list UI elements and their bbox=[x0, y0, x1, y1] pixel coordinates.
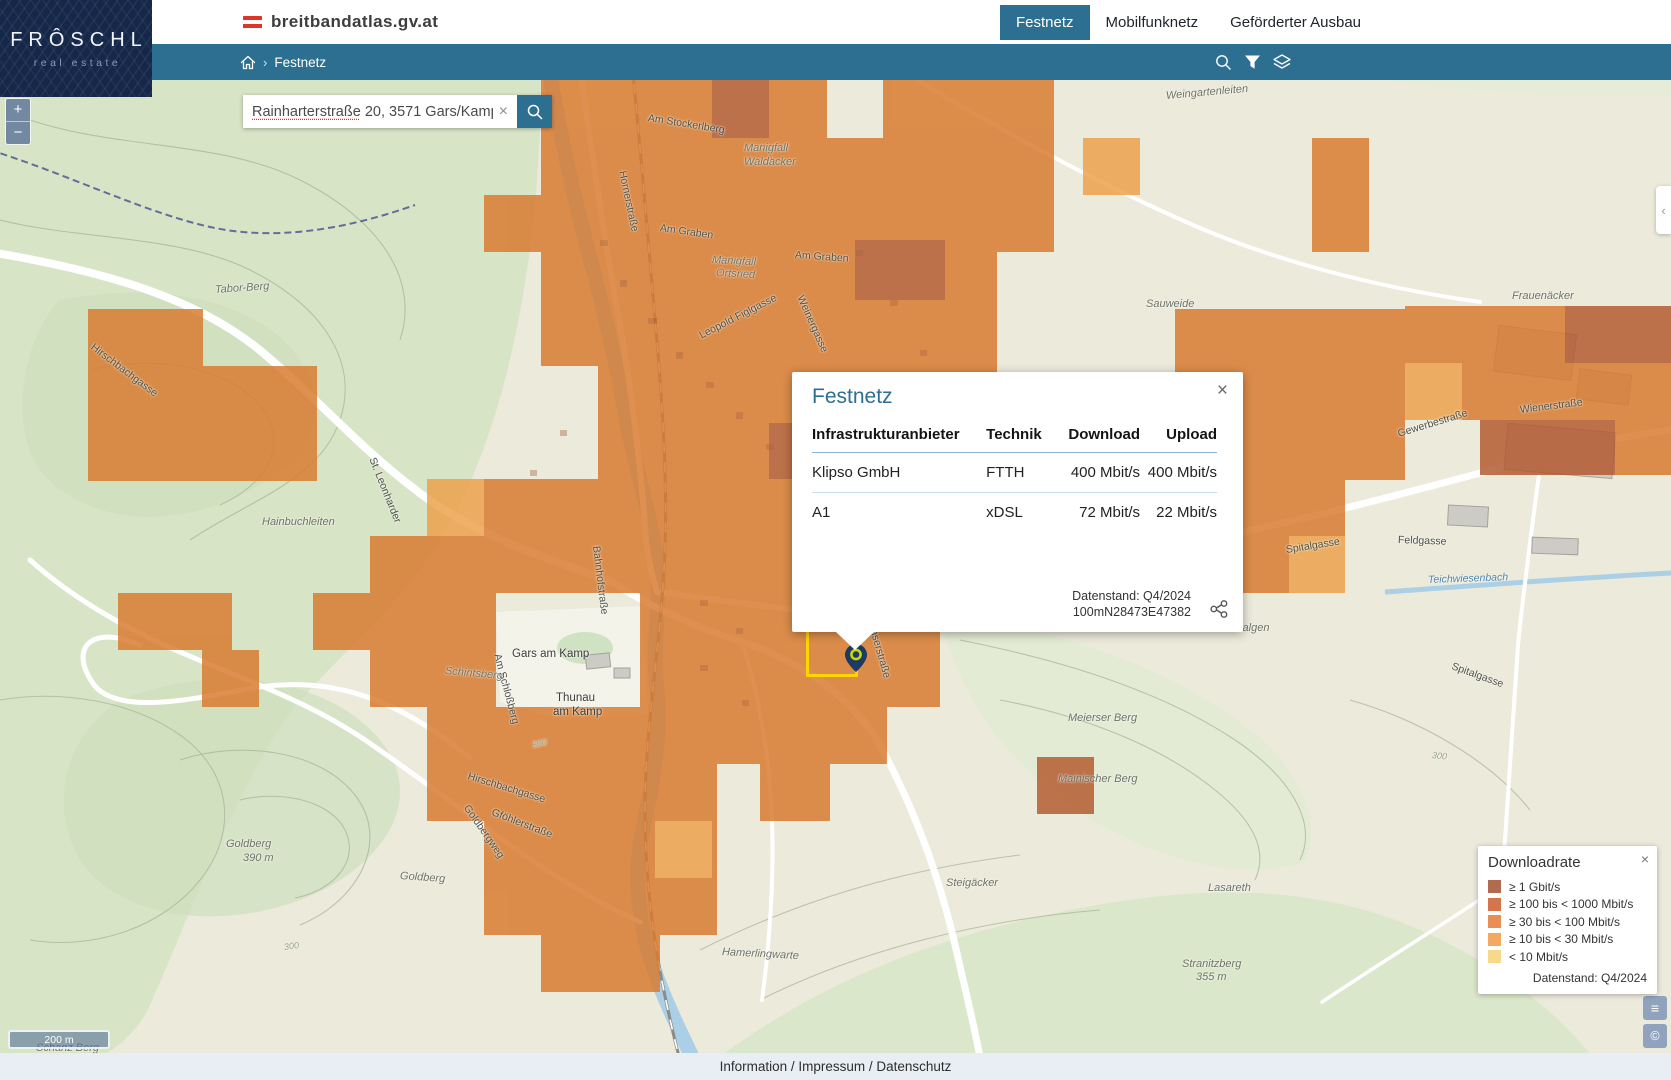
popup-cell-id: 100mN28473E47382 bbox=[1072, 604, 1191, 620]
popup-table-header: Infrastrukturanbieter bbox=[812, 422, 986, 453]
search-value: Rainharterstraße 20, 3571 Gars/Kamp bbox=[252, 104, 493, 120]
search-input[interactable]: Rainharterstraße 20, 3571 Gars/Kamp × bbox=[243, 95, 517, 128]
address-search: Rainharterstraße 20, 3571 Gars/Kamp × bbox=[243, 95, 552, 128]
legend-swatch bbox=[1488, 933, 1501, 946]
panel-toggle[interactable]: ‹ bbox=[1656, 186, 1671, 234]
brand[interactable]: breitbandatlas.gv.at bbox=[243, 0, 438, 44]
footer-links[interactable]: Information / Impressum / Datenschutz bbox=[720, 1059, 952, 1074]
legend-swatch bbox=[1488, 898, 1501, 911]
popup-table-header: Technik bbox=[986, 422, 1051, 453]
attribution-button[interactable]: © bbox=[1643, 1024, 1667, 1048]
copyright-icon: © bbox=[1650, 1029, 1659, 1043]
legend-label: ≥ 10 bis < 30 Mbit/s bbox=[1509, 932, 1613, 946]
legend-label: ≥ 30 bis < 100 Mbit/s bbox=[1509, 915, 1620, 929]
breadcrumb: › Festnetz bbox=[240, 44, 326, 80]
legend-swatch bbox=[1488, 880, 1501, 893]
table-row: Klipso GmbHFTTH400 Mbit/s400 Mbit/s bbox=[812, 453, 1217, 493]
tab-mobilfunknetz[interactable]: Mobilfunknetz bbox=[1090, 5, 1215, 40]
tab-gefoerderter-ausbau[interactable]: Geförderter Ausbau bbox=[1214, 5, 1377, 40]
close-icon[interactable]: × bbox=[1641, 851, 1649, 867]
clear-search-icon[interactable]: × bbox=[493, 104, 508, 120]
legend-item: < 10 Mbit/s bbox=[1488, 950, 1647, 963]
legend-item: ≥ 1 Gbit/s bbox=[1488, 880, 1647, 893]
main-nav: Festnetz Mobilfunknetz Geförderter Ausba… bbox=[1000, 0, 1377, 44]
app-window: Tabor-BergGoldberg390 mGoldbergHainbuchl… bbox=[0, 0, 1671, 1080]
legend-swatch bbox=[1488, 915, 1501, 928]
search-button[interactable] bbox=[517, 95, 552, 128]
tab-festnetz[interactable]: Festnetz bbox=[1000, 5, 1090, 40]
home-icon[interactable] bbox=[240, 55, 256, 70]
search-icon[interactable] bbox=[1214, 53, 1233, 72]
breadcrumb-bar: › Festnetz bbox=[0, 44, 1671, 80]
map-toolbar bbox=[1214, 44, 1292, 80]
legend-item: ≥ 10 bis < 30 Mbit/s bbox=[1488, 933, 1647, 946]
share-icon[interactable] bbox=[1209, 599, 1229, 619]
legend-swatch bbox=[1488, 950, 1501, 963]
legend-label: ≥ 1 Gbit/s bbox=[1509, 880, 1560, 894]
layers-icon[interactable] bbox=[1272, 53, 1292, 71]
legend-datenstand: Datenstand: Q4/2024 bbox=[1488, 971, 1647, 985]
chevron-left-icon: ‹ bbox=[1661, 203, 1665, 218]
breadcrumb-separator: › bbox=[263, 55, 267, 70]
legend-panel: Downloadrate × ≥ 1 Gbit/s ≥ 100 bis < 100… bbox=[1478, 846, 1657, 994]
austria-flag-icon bbox=[243, 16, 262, 29]
legend-label: < 10 Mbit/s bbox=[1509, 950, 1568, 964]
legend-item: ≥ 30 bis < 100 Mbit/s bbox=[1488, 915, 1647, 928]
logo-tagline: real estate bbox=[34, 57, 122, 69]
brand-title: breitbandatlas.gv.at bbox=[271, 12, 438, 32]
zoom-in-button[interactable]: + bbox=[6, 99, 30, 121]
popup-table-body: Klipso GmbHFTTH400 Mbit/s400 Mbit/sA1xDS… bbox=[812, 453, 1217, 533]
footer-bar: Information / Impressum / Datenschutz bbox=[0, 1053, 1671, 1080]
legend-title: Downloadrate bbox=[1488, 854, 1647, 871]
legend-label: ≥ 100 bis < 1000 Mbit/s bbox=[1509, 897, 1633, 911]
list-icon: ≡ bbox=[1651, 1000, 1659, 1016]
logo-title: FRÔSCHL bbox=[10, 29, 148, 52]
scale-bar: 200 m bbox=[8, 1030, 110, 1049]
popup-table-header: Upload bbox=[1140, 422, 1217, 453]
froeschl-logo: FRÔSCHL real estate bbox=[0, 0, 152, 97]
popup-table-header: Download bbox=[1051, 422, 1140, 453]
top-header: breitbandatlas.gv.at Festnetz Mobilfunkn… bbox=[0, 0, 1671, 44]
popup-title: Festnetz bbox=[812, 385, 1217, 409]
provider-table: InfrastrukturanbieterTechnikDownloadUplo… bbox=[812, 422, 1217, 532]
popup-datenstand: Datenstand: Q4/2024 bbox=[1072, 588, 1191, 604]
zoom-controls: + − bbox=[5, 98, 31, 145]
table-row: A1xDSL72 Mbit/s22 Mbit/s bbox=[812, 493, 1217, 533]
close-icon[interactable]: × bbox=[1217, 381, 1228, 400]
breadcrumb-current: Festnetz bbox=[274, 55, 326, 70]
scale-label: 200 m bbox=[44, 1034, 73, 1046]
legend-item: ≥ 100 bis < 1000 Mbit/s bbox=[1488, 898, 1647, 911]
legend-toggle-button[interactable]: ≡ bbox=[1643, 996, 1667, 1020]
legend-items: ≥ 1 Gbit/s ≥ 100 bis < 1000 Mbit/s ≥ 30 bi… bbox=[1488, 880, 1647, 963]
festnetz-popup: Festnetz × InfrastrukturanbieterTechnikD… bbox=[792, 372, 1243, 632]
search-icon bbox=[526, 103, 544, 121]
filter-icon[interactable] bbox=[1244, 54, 1261, 71]
popup-table-header-row: InfrastrukturanbieterTechnikDownloadUplo… bbox=[812, 422, 1217, 453]
popup-meta: Datenstand: Q4/2024 100mN28473E47382 bbox=[1072, 588, 1191, 621]
zoom-out-button[interactable]: − bbox=[6, 121, 30, 144]
